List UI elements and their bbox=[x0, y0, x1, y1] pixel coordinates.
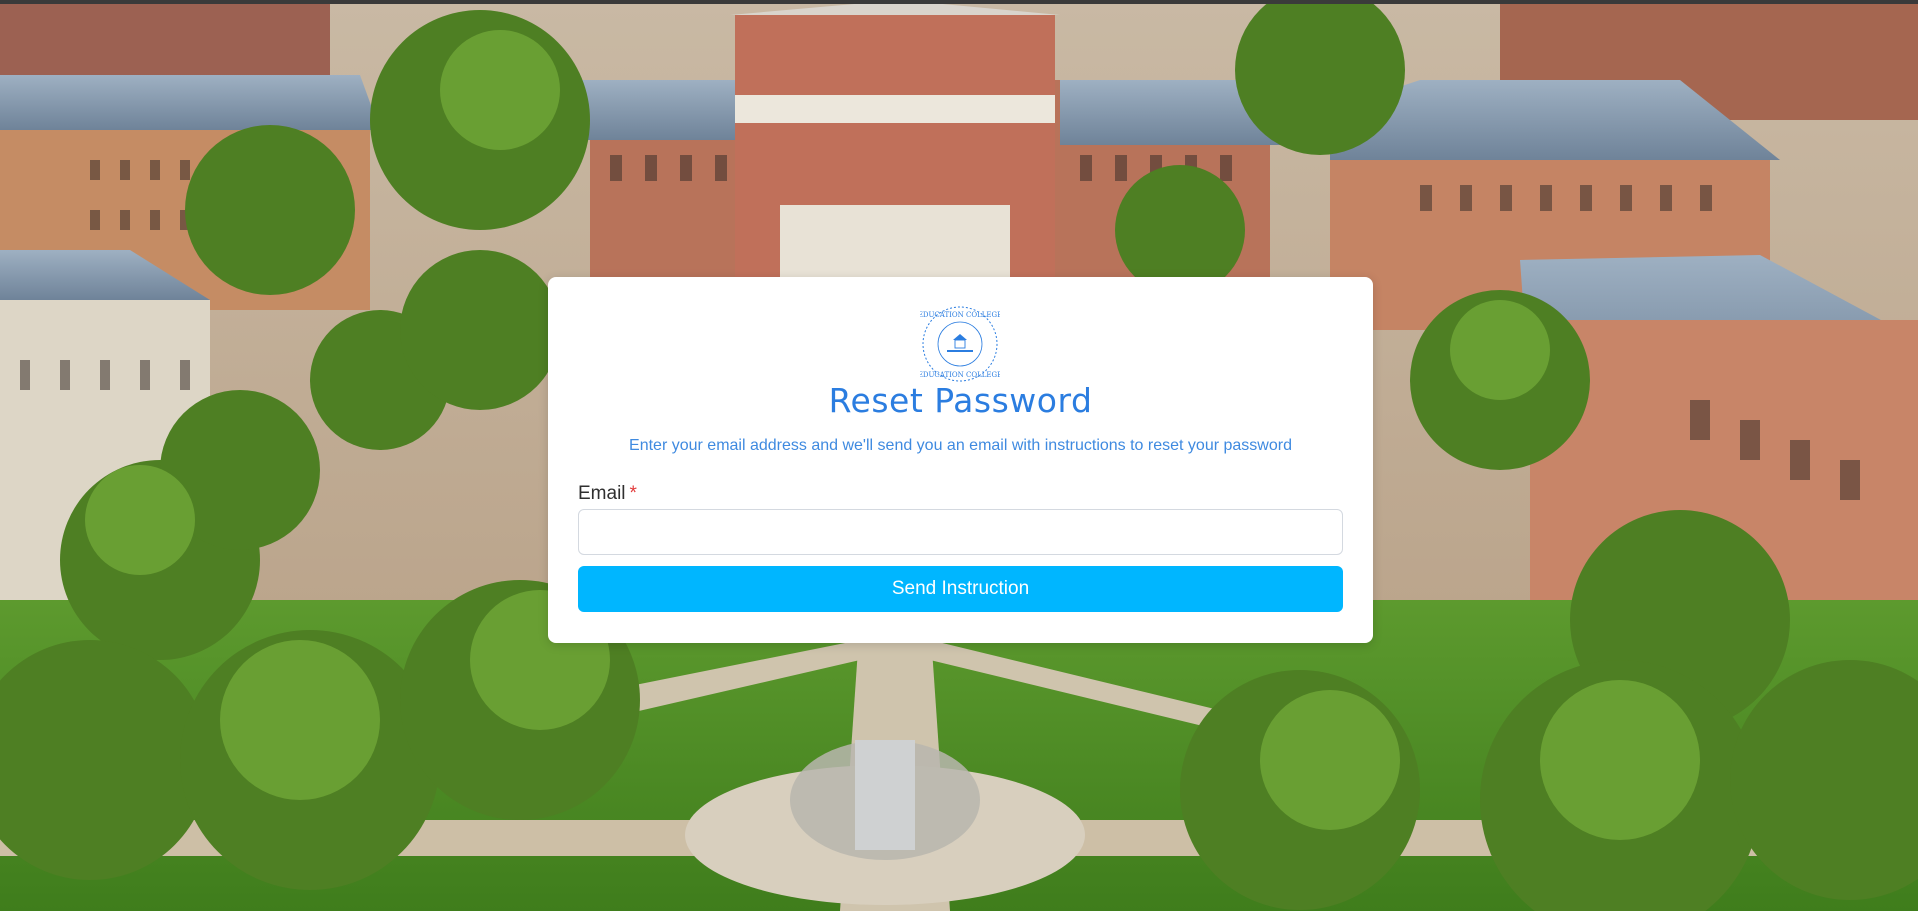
college-seal-icon: EDUCATION COLLEGE EDUCATION COLLEGE bbox=[920, 306, 1000, 382]
reset-password-page: EDUCATION COLLEGE EDUCATION COLLEGE Rese… bbox=[0, 0, 1918, 911]
email-label-row: Email * bbox=[578, 483, 637, 505]
email-label: Email bbox=[578, 483, 626, 504]
send-instruction-button[interactable]: Send Instruction bbox=[578, 566, 1343, 612]
page-title: Reset Password bbox=[828, 381, 1093, 420]
required-asterisk: * bbox=[629, 483, 637, 504]
seal-ring-text-top: EDUCATION COLLEGE bbox=[920, 311, 1000, 319]
seal-ring-text-bottom: EDUCATION COLLEGE bbox=[920, 371, 1000, 379]
email-field[interactable] bbox=[578, 509, 1343, 555]
browser-top-edge bbox=[0, 0, 1918, 4]
reset-password-card: EDUCATION COLLEGE EDUCATION COLLEGE Rese… bbox=[548, 277, 1373, 643]
page-subtitle: Enter your email address and we'll send … bbox=[629, 437, 1292, 454]
